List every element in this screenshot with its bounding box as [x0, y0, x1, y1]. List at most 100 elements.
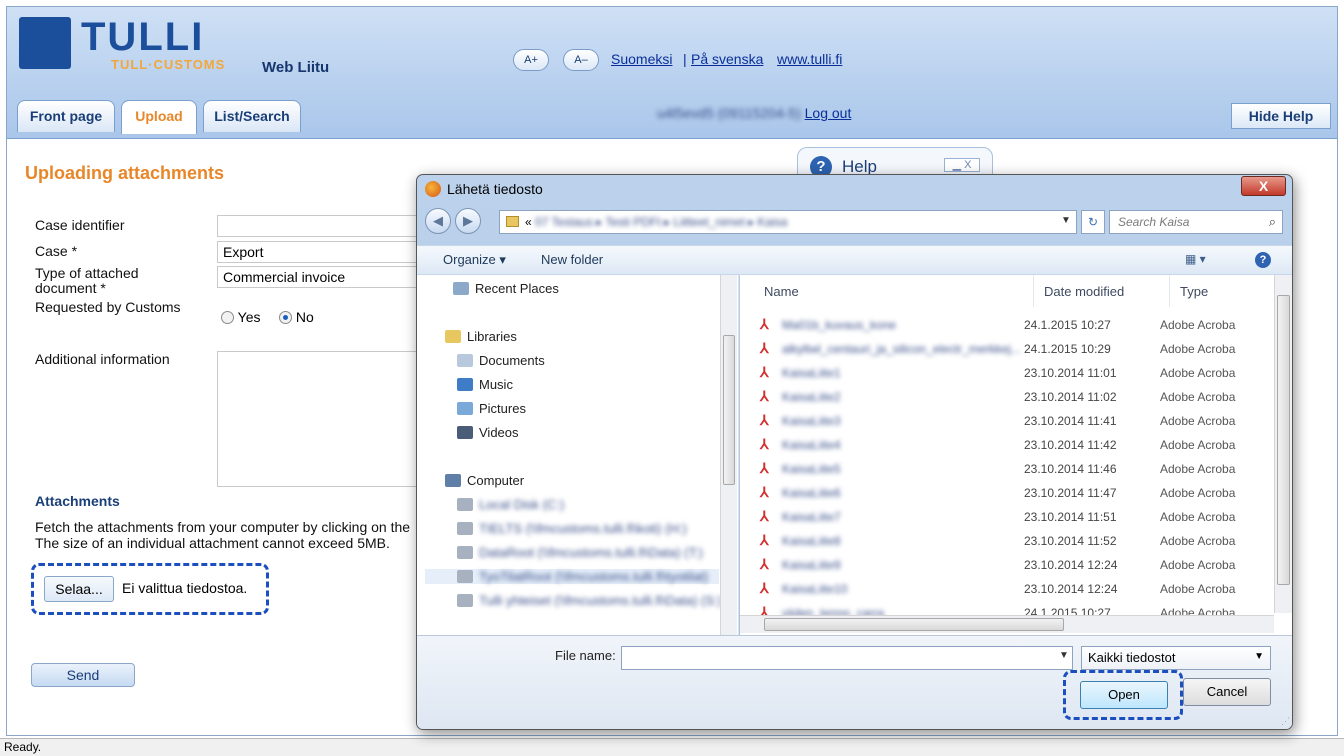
address-dropdown-icon[interactable]: ▼ — [1061, 215, 1071, 226]
pdf-file-icon: ⅄ — [760, 580, 769, 596]
nav-drive-selected[interactable]: TyoTilatRoot (\\fmcustoms.tulli.fi\tyoti… — [425, 569, 719, 584]
file-name-blurred: KaisaLiite8 — [782, 534, 841, 548]
file-name-dropdown-icon[interactable]: ▼ — [1059, 650, 1069, 661]
file-type-value: Kaikki tiedostot — [1088, 650, 1176, 665]
nav-libraries[interactable]: Libraries — [445, 329, 517, 344]
file-date: 23.10.2014 11:42 — [1024, 438, 1117, 452]
horizontal-scroll-thumb[interactable] — [764, 618, 1064, 631]
nav-label: Music — [479, 377, 513, 392]
nav-documents[interactable]: Documents — [457, 353, 545, 368]
search-input[interactable]: Search Kaisa ⌕ — [1109, 210, 1283, 234]
address-bar[interactable]: « 07 Testaus ▸ Testi PDFt ▸ Liitteet_nim… — [499, 210, 1077, 234]
new-folder-button[interactable]: New folder — [541, 252, 603, 267]
pictures-icon — [457, 402, 473, 415]
logo-title: TULLI — [81, 15, 205, 59]
column-header-date[interactable]: Date modified — [1034, 275, 1170, 307]
browse-button[interactable]: Selaa... — [44, 576, 114, 602]
case-label: Case * — [35, 243, 78, 259]
no-file-selected-text: Ei valittua tiedostoa. — [122, 580, 248, 596]
file-row[interactable]: ⅄ alkyltwl_centauri_ja_silicon_electr_mer… — [740, 337, 1275, 361]
file-row[interactable]: ⅄ KaisaLiite6 23.10.2014 11:47 Adobe Acroba — [740, 481, 1275, 505]
nav-scrollbar[interactable] — [720, 275, 737, 635]
tab-list-search[interactable]: List/Search — [203, 100, 301, 132]
nav-label: Computer — [467, 473, 525, 488]
documents-icon — [457, 354, 473, 367]
forward-arrow-icon[interactable]: ▶ — [455, 208, 481, 234]
requested-by-customs-label: Requested by Customs — [35, 299, 181, 315]
browse-highlight: Selaa... Ei valittua tiedostoa. — [31, 563, 269, 615]
network-drive-icon — [457, 570, 473, 583]
radio-no[interactable]: No — [279, 309, 314, 325]
tab-upload[interactable]: Upload — [121, 100, 197, 134]
file-date: 23.10.2014 11:51 — [1024, 510, 1117, 524]
font-decrease-button[interactable]: A– — [563, 49, 599, 71]
nav-pictures[interactable]: Pictures — [457, 401, 526, 416]
radio-yes[interactable]: Yes — [221, 309, 260, 325]
hide-help-button[interactable]: Hide Help — [1231, 103, 1331, 129]
nav-scroll-thumb[interactable] — [723, 335, 735, 485]
font-increase-button[interactable]: A+ — [513, 49, 549, 71]
type-label-line2: document * — [35, 280, 106, 296]
file-date: 23.10.2014 11:52 — [1024, 534, 1117, 548]
horizontal-scrollbar[interactable] — [740, 615, 1274, 633]
file-row[interactable]: ⅄ KaisaLiite4 23.10.2014 11:42 Adobe Acroba — [740, 433, 1275, 457]
file-name-blurred: KaisaLiite2 — [782, 390, 841, 404]
open-button[interactable]: Open — [1080, 681, 1168, 709]
column-header-name[interactable]: Name — [754, 275, 1034, 307]
back-arrow-icon[interactable]: ◀ — [425, 208, 451, 234]
file-name-blurred: Ma01b_kuvaus_kone — [782, 318, 897, 332]
nav-drive[interactable]: TIELTS (\\fmcustoms.tulli.fi\koti) (H:) — [457, 521, 687, 536]
help-window-controls[interactable]: ▁ X — [944, 158, 980, 172]
nav-music[interactable]: Music — [457, 377, 513, 392]
file-name-blurred: KaisaLiite4 — [782, 438, 841, 452]
nav-drive[interactable]: Tulli yhteiset (\\fmcustoms.tulli.fi\Dat… — [457, 593, 722, 608]
file-name-blurred: KaisaLiite5 — [782, 462, 841, 476]
nav-drive[interactable]: DataRoot (\\fmcustoms.tulli.fi\Data) (T:… — [457, 545, 703, 560]
refresh-icon[interactable]: ↻ — [1081, 210, 1105, 234]
open-highlight: Open — [1063, 670, 1183, 720]
computer-icon — [445, 474, 461, 487]
libraries-icon — [445, 330, 461, 343]
drive-icon — [457, 498, 473, 511]
cancel-button[interactable]: Cancel — [1183, 678, 1271, 706]
tab-front-page[interactable]: Front page — [17, 100, 115, 132]
pdf-file-icon: ⅄ — [760, 532, 769, 548]
send-button[interactable]: Send — [31, 663, 135, 687]
dialog-close-button[interactable]: X — [1241, 176, 1286, 196]
file-scroll-thumb[interactable] — [1277, 295, 1290, 585]
file-name-blurred: KaisaLiite7 — [782, 510, 841, 524]
radio-yes-icon — [221, 311, 234, 324]
file-row[interactable]: ⅄ KaisaLiite8 23.10.2014 11:52 Adobe Acroba — [740, 529, 1275, 553]
tulli-site-link[interactable]: www.tulli.fi — [777, 51, 842, 67]
nav-videos[interactable]: Videos — [457, 425, 519, 440]
command-bar: Organize ▾ New folder ▦ ▾ ? — [417, 245, 1292, 275]
file-row[interactable]: ⅄ KaisaLiite7 23.10.2014 11:51 Adobe Acroba — [740, 505, 1275, 529]
nav-recent-places[interactable]: Recent Places — [453, 281, 559, 296]
file-row[interactable]: ⅄ KaisaLiite2 23.10.2014 11:02 Adobe Acroba — [740, 385, 1275, 409]
organize-button[interactable]: Organize ▾ — [443, 252, 506, 268]
language-swedish-link[interactable]: På svenska — [691, 51, 763, 67]
file-row[interactable]: ⅄ KaisaLiite5 23.10.2014 11:46 Adobe Acroba — [740, 457, 1275, 481]
file-row[interactable]: ⅄ KaisaLiite1 23.10.2014 11:01 Adobe Acroba — [740, 361, 1275, 385]
logo-subtitle: TULL·CUSTOMS — [111, 57, 226, 72]
dialog-help-icon[interactable]: ? — [1255, 252, 1271, 268]
file-row[interactable]: ⅄ KaisaLiite10 23.10.2014 12:24 Adobe Acrob… — [740, 577, 1275, 601]
nav-drive[interactable]: Local Disk (C:) — [457, 497, 564, 512]
view-options-icon[interactable]: ▦ ▾ — [1185, 252, 1206, 266]
pdf-file-icon: ⅄ — [760, 316, 769, 332]
file-name-input[interactable] — [621, 646, 1073, 670]
file-name-blurred: KaisaLiite10 — [782, 582, 848, 596]
file-row[interactable]: ⅄ KaisaLiite9 23.10.2014 12:24 Adobe Acroba — [740, 553, 1275, 577]
header: TULLI TULL·CUSTOMS Web Liitu A+ A– Suome… — [7, 7, 1337, 139]
file-type-select[interactable]: Kaikki tiedostot ▼ — [1081, 646, 1271, 670]
nav-computer[interactable]: Computer — [445, 473, 524, 488]
logout-link[interactable]: Log out — [805, 105, 852, 121]
file-row[interactable]: ⅄ Ma01b_kuvaus_kone 24.1.2015 10:27 Adobe A… — [740, 313, 1275, 337]
pdf-file-icon: ⅄ — [760, 364, 769, 380]
column-header-type[interactable]: Type — [1170, 275, 1275, 307]
network-drive-icon — [457, 546, 473, 559]
language-finnish-link[interactable]: Suomeksi — [611, 51, 672, 67]
resize-grip-icon[interactable]: ⋰ — [1281, 716, 1290, 727]
file-row[interactable]: ⅄ KaisaLiite3 23.10.2014 11:41 Adobe Acroba — [740, 409, 1275, 433]
file-list-scrollbar[interactable] — [1274, 275, 1292, 613]
